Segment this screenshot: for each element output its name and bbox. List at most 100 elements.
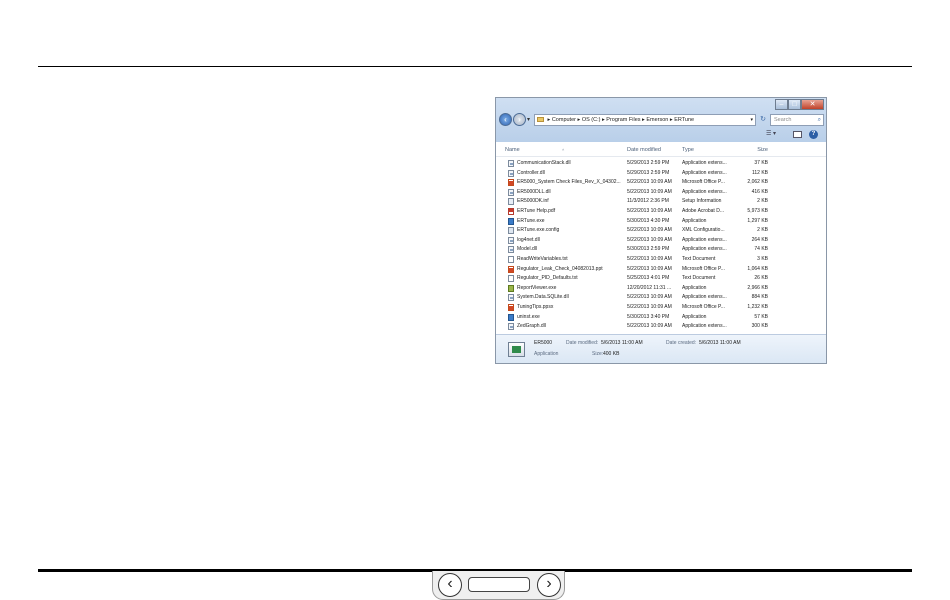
next-arrow-icon[interactable]: › [537, 573, 561, 597]
file-name: ERTune.exe.config [517, 227, 560, 234]
file-row[interactable]: ZedGraph.dll 5/22/2013 10:09 AM Applicatio… [496, 322, 826, 332]
file-row[interactable]: CommunicationStack.dll 5/29/2013 2:59 PM A… [496, 159, 826, 169]
inf-file-icon [508, 198, 514, 206]
file-size: 1,064 KB [747, 265, 768, 272]
file-size: 74 KB [754, 246, 768, 253]
file-name: ER5000DK.inf [517, 198, 549, 205]
file-date-modified: 5/22/2013 10:09 AM [627, 303, 672, 310]
file-name: ER5000_System Check Files_Rev_X_04302... [517, 179, 621, 186]
file-date-modified: 5/30/2013 4:30 PM [627, 217, 670, 224]
views-icon[interactable]: ☰ ▾ [766, 130, 776, 137]
pdf-file-icon [508, 207, 514, 215]
address-part[interactable]: Program Files [606, 117, 640, 123]
explorer-toolbar: ☰ ▾ ? [496, 128, 826, 142]
details-file-name: ER5000 [534, 340, 553, 346]
dll-file-icon [508, 188, 514, 196]
previous-arrow-icon[interactable]: ‹ [438, 573, 462, 597]
file-date-modified: 5/22/2013 10:09 AM [627, 227, 672, 234]
file-name: ZedGraph.dll [517, 323, 546, 330]
file-name: Model.dll [517, 246, 538, 253]
ppt-file-icon [508, 179, 514, 187]
txt-file-icon [508, 275, 514, 283]
preview-pane-icon[interactable] [793, 131, 802, 138]
search-icon[interactable]: ⌕ [818, 115, 821, 125]
file-size: 1,232 KB [747, 303, 768, 310]
recent-pages-chevron-icon[interactable]: ▾ [527, 116, 530, 123]
file-row[interactable]: System.Data.SQLite.dll 5/22/2013 10:09 AM… [496, 293, 826, 303]
file-size: 37 KB [754, 160, 768, 166]
file-size: 2 KB [757, 198, 768, 205]
file-name: log4net.dll [517, 236, 540, 243]
dll-file-icon [508, 236, 514, 244]
file-row[interactable]: Controller.dll 5/29/2013 2:59 PM Applicati… [496, 169, 826, 179]
maximize-icon[interactable]: □ [788, 99, 801, 110]
config-file-icon [508, 227, 514, 235]
address-part[interactable]: Computer [552, 117, 576, 123]
column-header-name[interactable]: Name [505, 147, 625, 153]
file-row[interactable]: log4net.dll 5/22/2013 10:09 AM Application… [496, 236, 826, 246]
file-type: Application extens... [682, 246, 727, 253]
address-chevron-icon[interactable]: ▾ [750, 115, 753, 125]
file-name: ERTune.exe [517, 217, 545, 224]
address-part[interactable]: Emerson [646, 117, 668, 123]
file-type: Microsoft Office P... [682, 265, 725, 272]
search-placeholder: Search [774, 117, 792, 123]
file-row[interactable]: ERTune.exe 5/30/2013 4:30 PM Application 1,… [496, 217, 826, 227]
file-row[interactable]: ERTune Help.pdf 5/22/2013 10:09 AM Adobe A… [496, 207, 826, 217]
file-date-modified: 5/22/2013 10:09 AM [627, 188, 672, 195]
file-type: Setup Information [682, 198, 722, 205]
address-bar[interactable]: ▸ Computer ▸ OS (C:) ▸ Program Files ▸ E… [534, 114, 756, 126]
file-row[interactable]: ReadWriteVariables.txt 5/22/2013 10:09 AM… [496, 255, 826, 265]
file-type: Application extens... [682, 236, 727, 243]
file-name: uninst.exe [517, 313, 540, 320]
file-size: 1,297 KB [747, 217, 768, 224]
dll-file-icon [508, 160, 514, 167]
application-icon [508, 342, 525, 357]
details-size-label: Size: [592, 351, 604, 357]
file-date-modified: 11/3/2012 2:36 PM [627, 198, 669, 205]
file-type: Application [682, 217, 707, 224]
slide-menu-button[interactable] [468, 577, 530, 592]
details-created-value: 5/6/2013 11:00 AM [699, 340, 741, 346]
file-row[interactable]: Model.dll 5/30/2013 2:59 PM Application ex… [496, 245, 826, 255]
file-row[interactable]: ER5000DK.inf 11/3/2012 2:36 PM Setup Infor… [496, 197, 826, 207]
help-icon[interactable]: ? [809, 130, 818, 139]
column-header-date[interactable]: Date modified [627, 147, 683, 153]
file-type: Adobe Acrobat D... [682, 207, 724, 214]
details-size-value: 400 KB [603, 351, 620, 357]
file-row[interactable]: TuningTips.ppsx 5/22/2013 10:09 AM Microso… [496, 303, 826, 313]
file-row[interactable]: ER5000_System Check Files_Rev_X_04302...… [496, 178, 826, 188]
column-header-type[interactable]: Type [682, 147, 738, 153]
dll-file-icon [508, 169, 514, 177]
file-row[interactable]: ER5000DLL.dll 5/22/2013 10:09 AM Applicati… [496, 188, 826, 198]
file-name: ReportViewer.exe [517, 284, 557, 291]
file-size: 3 KB [757, 255, 768, 262]
file-row[interactable]: uninst.exe 5/30/2013 3:40 PM Application 57… [496, 313, 826, 323]
column-header-size[interactable]: Size [738, 147, 768, 153]
search-input[interactable]: Search ⌕ [770, 114, 824, 126]
file-date-modified: 5/22/2013 10:09 AM [627, 255, 672, 262]
file-date-modified: 5/22/2013 10:09 AM [627, 236, 672, 243]
details-modified-value: 5/6/2013 11:00 AM [601, 340, 643, 346]
file-row[interactable]: Regulator_PID_Defaults.txt 5/25/2013 4:01… [496, 274, 826, 284]
file-size: 5,973 KB [747, 207, 768, 214]
txt-file-icon [508, 255, 514, 263]
address-part[interactable]: OS (C:) [582, 117, 601, 123]
file-type: Application extens... [682, 169, 727, 176]
back-arrow-icon[interactable]: ‹ [499, 113, 512, 126]
refresh-icon[interactable]: ↻ [758, 114, 768, 126]
file-date-modified: 5/25/2013 4:01 PM [627, 275, 670, 282]
file-row[interactable]: Regulator_Leak_Check_04082013.ppt 5/22/20… [496, 265, 826, 275]
file-size: 2 KB [757, 227, 768, 234]
column-headers: ˄ Name Date modified Type Size [496, 144, 826, 157]
file-name: Regulator_PID_Defaults.txt [517, 275, 578, 282]
file-row[interactable]: ERTune.exe.config 5/22/2013 10:09 AM XML C… [496, 226, 826, 236]
file-type: Microsoft Office P... [682, 179, 725, 186]
close-icon[interactable]: ✕ [801, 99, 824, 110]
minimize-icon[interactable]: – [775, 99, 788, 110]
file-name: Regulator_Leak_Check_04082013.ppt [517, 265, 603, 272]
forward-arrow-icon[interactable]: › [513, 113, 526, 126]
file-row[interactable]: ReportViewer.exe 12/20/2012 11:31 ... Appl… [496, 284, 826, 294]
file-size: 57 KB [754, 313, 768, 320]
address-part[interactable]: ERTune [674, 117, 694, 123]
